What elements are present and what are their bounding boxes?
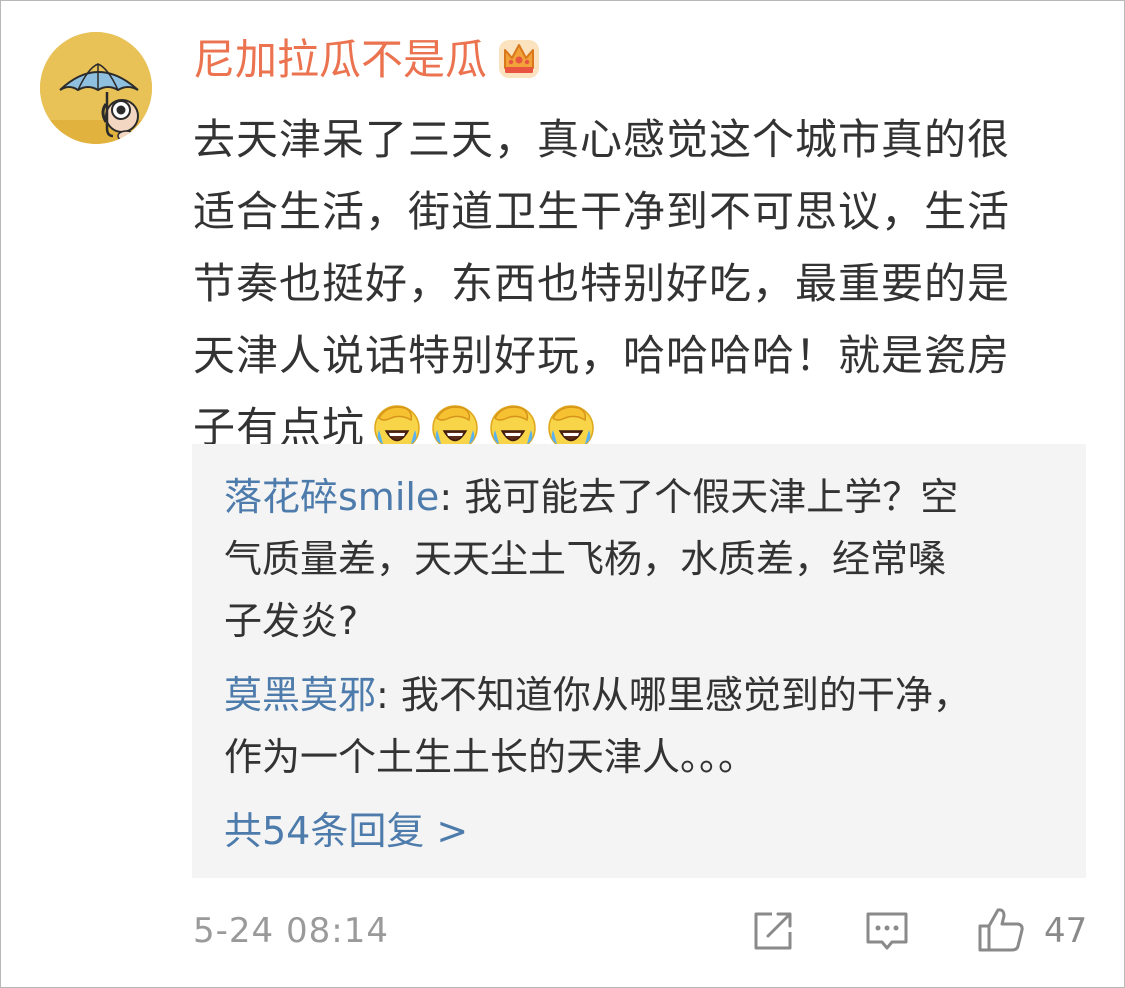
reply-item[interactable]: 莫黑莫邪: 我不知道你从哪里感觉到的干净，: [224, 664, 971, 726]
comment-line: 适合生活，街道卫生干净到不可思议，生活: [193, 187, 1011, 236]
avatar[interactable]: [40, 32, 152, 144]
comment-line: 天津人说话特别好玩，哈哈哈哈！就是瓷房: [193, 331, 1011, 380]
username[interactable]: 尼加拉瓜不是瓜: [193, 32, 487, 88]
thumbs-up-like-icon[interactable]: [976, 906, 1026, 954]
like-count: 47: [1044, 911, 1088, 951]
comment-line: 去天津呆了三天，真心感觉这个城市真的很: [193, 115, 1011, 164]
reply-text: : 我不知道你从哪里感觉到的干净，: [376, 673, 971, 717]
reply-text-continued: 气质量差，天天尘土飞杨，水质差，经常嗓: [224, 537, 947, 581]
view-all-replies-link[interactable]: 共54条回复 >: [224, 800, 468, 862]
repost-icon[interactable]: [750, 908, 796, 954]
reply-username[interactable]: 落花碎smile: [224, 475, 439, 519]
reply-username[interactable]: 莫黑莫邪: [224, 673, 376, 717]
reply-text: : 我可能去了个假天津上学？空: [439, 475, 959, 519]
reply-text-continued: 作为一个土生土长的天津人。。。: [224, 735, 757, 779]
avatar-dog-umbrella-illustration: [40, 32, 152, 144]
comment-icon[interactable]: [864, 908, 910, 954]
replies-box[interactable]: 落花碎smile: 我可能去了个假天津上学？空 气质量差，天天尘土飞杨，水质差，…: [192, 444, 1086, 878]
reply-text-continued: 子发炎?: [224, 599, 359, 643]
comment-content: 去天津呆了三天，真心感觉这个城市真的很 适合生活，街道卫生干净到不可思议，生活 …: [193, 104, 1063, 464]
timestamp: 5-24 08:14: [193, 911, 389, 951]
reply-item[interactable]: 落花碎smile: 我可能去了个假天津上学？空: [224, 466, 958, 528]
crown-badge-icon[interactable]: [497, 36, 541, 80]
comment-line: 节奏也挺好，东西也特别好吃，最重要的是: [193, 259, 1011, 308]
